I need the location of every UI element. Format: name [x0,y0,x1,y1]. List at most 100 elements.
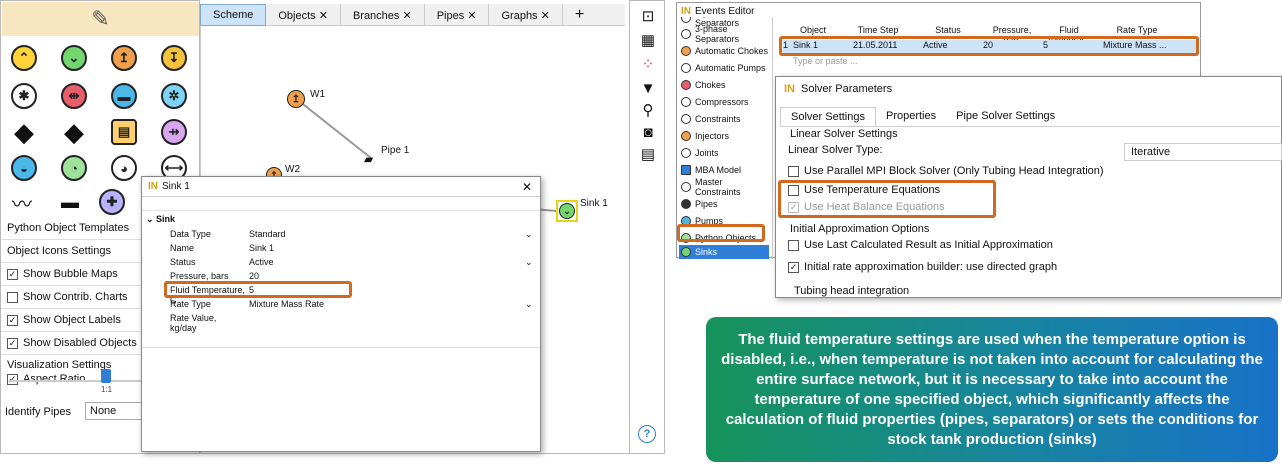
sink1-node[interactable]: ⌄ [556,200,578,222]
chevron-down-icon: ⌄ [525,257,533,267]
tab-solver-settings[interactable]: Solver Settings [780,107,876,126]
download-icon[interactable]: ↧ [159,43,189,73]
prop-status[interactable]: Status Active ⌄ [170,257,533,270]
list-item[interactable]: MBA Model [679,163,769,177]
identify-pipes-label: Identify Pipes [5,406,72,418]
tab-branches[interactable]: Branches ✕ [341,4,425,26]
checkbox-label: Use Parallel MPI Block Solver (Only Tubi… [804,165,1104,177]
list-item[interactable]: Pipes [679,197,769,211]
upload-icon[interactable]: ↥ [109,43,139,73]
pump-icon[interactable]: ▬ [109,81,139,111]
window-icon[interactable]: ⊡ [638,7,658,27]
last-result-checkbox[interactable]: Use Last Calculated Result as Initial Ap… [788,239,1053,251]
select-value: Iterative [1131,146,1171,158]
grid-icon[interactable]: ▦ [638,31,658,51]
meter-icon[interactable]: ◕ [109,153,139,183]
gauge-icon[interactable]: ◔ [59,153,89,183]
init-rate-checkbox[interactable]: ✓ Initial rate approximation builder: use… [788,261,1057,273]
tab-properties[interactable]: Properties [876,107,946,126]
injector-icon[interactable]: ⇸ [159,117,189,147]
item-label: Python Object Templates [7,222,130,234]
list-item-label: MBA Model [695,165,742,175]
list-item[interactable]: Injectors [679,129,769,143]
tab-label: Pipes ✕ [436,9,477,22]
prop-value: Sink 1 [249,243,275,253]
add-tab-button[interactable]: + [563,4,596,26]
tab-label: Graphs ✕ [501,9,550,22]
double-down-icon[interactable]: ⌄ [59,43,89,73]
list-item[interactable]: Automatic Pumps [679,61,769,75]
aspect-slider-thumb[interactable] [101,369,111,383]
well-w1-icon[interactable]: ↥ [287,90,305,108]
prop-data-type[interactable]: Data Type Standard ⌄ [170,229,533,242]
graph-line-icon[interactable]: 〰 [7,187,37,217]
new-row-placeholder[interactable]: Type or paste ... [793,56,858,66]
prop-value [245,313,525,326]
print-icon[interactable]: ▤ [638,145,658,165]
wand-icon[interactable]: ⚲ [638,101,658,121]
tab-pipes[interactable]: Pipes ✕ [425,4,490,26]
list-item-label: Constraints [695,114,741,124]
prop-rate-value[interactable]: Rate Value, kg/day [170,313,525,333]
events-title: Events Editor [695,6,755,17]
vertical-toolbar: ⊡ ▦ ⁘ ▼ ⚲ ◙ ▤ ? [629,0,665,454]
app-logo-icon: IN [148,181,158,192]
joint-diamond-icon[interactable]: ◆ [9,117,39,147]
aspect-ratio-checkbox[interactable]: ✓ Aspect Ratio [7,373,85,385]
well-w1-label: W1 [310,89,325,100]
fan-icon[interactable]: ✲ [159,81,189,111]
prop-rate-type[interactable]: Rate Type Mixture Mass Rate ⌄ [170,299,533,312]
double-up-icon[interactable]: ⌃ [9,43,39,73]
object-type-list[interactable]: 2-phase Separators 3-phase Separators Au… [677,17,773,259]
list-item[interactable]: Automatic Chokes [679,44,769,58]
separator-icon[interactable]: ◒ [9,153,39,183]
list-item-icon [681,46,691,56]
filter-icon[interactable]: ▼ [638,79,658,99]
tab-graphs[interactable]: Graphs ✕ [489,4,563,26]
junction-diamond-icon[interactable]: ◆ [59,117,89,147]
explanation-callout: The fluid temperature settings are used … [706,317,1278,462]
list-item-label: Pipes [695,199,718,209]
close-icon[interactable]: ✕ [522,180,532,194]
dialog-header: IN Sink 1 ✕ [142,177,540,197]
mpi-checkbox[interactable]: Use Parallel MPI Block Solver (Only Tubi… [788,165,1104,177]
list-item[interactable]: Constraints [679,112,769,126]
cross-icon[interactable]: ✚ [97,187,127,217]
layout-icon[interactable]: ⁘ [638,55,658,75]
prop-value: Mixture Mass Rate [249,299,325,309]
list-item[interactable]: Chokes [679,78,769,92]
compressor-icon[interactable]: ✱ [9,81,39,111]
linear-solver-type-label: Linear Solver Type: [788,144,883,156]
linear-solver-type-select[interactable]: Iterative [1124,143,1282,161]
pencil-icon: ✎ [91,6,110,31]
edit-mode-button[interactable]: ✎ [2,2,199,36]
list-item-icon [681,182,691,192]
solver-tabs: Solver Settings Properties Pipe Solver S… [780,107,1280,127]
tab-pipe-solver-settings[interactable]: Pipe Solver Settings [946,107,1065,126]
pipe-marker-icon[interactable]: ▰ [364,152,373,166]
row-highlight [779,36,1199,56]
list-item[interactable]: 3-phase Separators [679,24,769,44]
prop-name[interactable]: Name Sink 1 [170,243,525,256]
camera-icon[interactable]: ◙ [638,123,658,143]
list-item-label: Sinks [695,247,718,257]
document-icon[interactable]: ▤ [109,117,139,147]
tubing-head-section: Tubing head integration [794,285,910,297]
chevron-down-icon: ⌄ [525,229,533,239]
list-item-icon [681,114,691,124]
list-item[interactable]: Compressors [679,95,769,109]
sink-group-header[interactable]: ⌄ Sink [146,214,175,225]
tab-objects[interactable]: Objects ✕ [266,4,341,26]
list-item-icon [681,199,691,209]
pipe-segment-icon[interactable]: ▬ [55,187,85,217]
item-label: Show Bubble Maps [23,268,118,280]
prop-value: Active [249,257,274,267]
list-item-selected[interactable]: Sinks [679,245,769,259]
help-icon[interactable]: ? [638,425,658,445]
list-item[interactable]: Joints [679,146,769,160]
list-item[interactable]: Master Constraints [679,177,769,197]
checkbox-box [788,165,799,177]
sinks-highlight [677,224,765,242]
choke-icon[interactable]: ⇹ [59,81,89,111]
tab-scheme[interactable]: Scheme [200,4,267,26]
